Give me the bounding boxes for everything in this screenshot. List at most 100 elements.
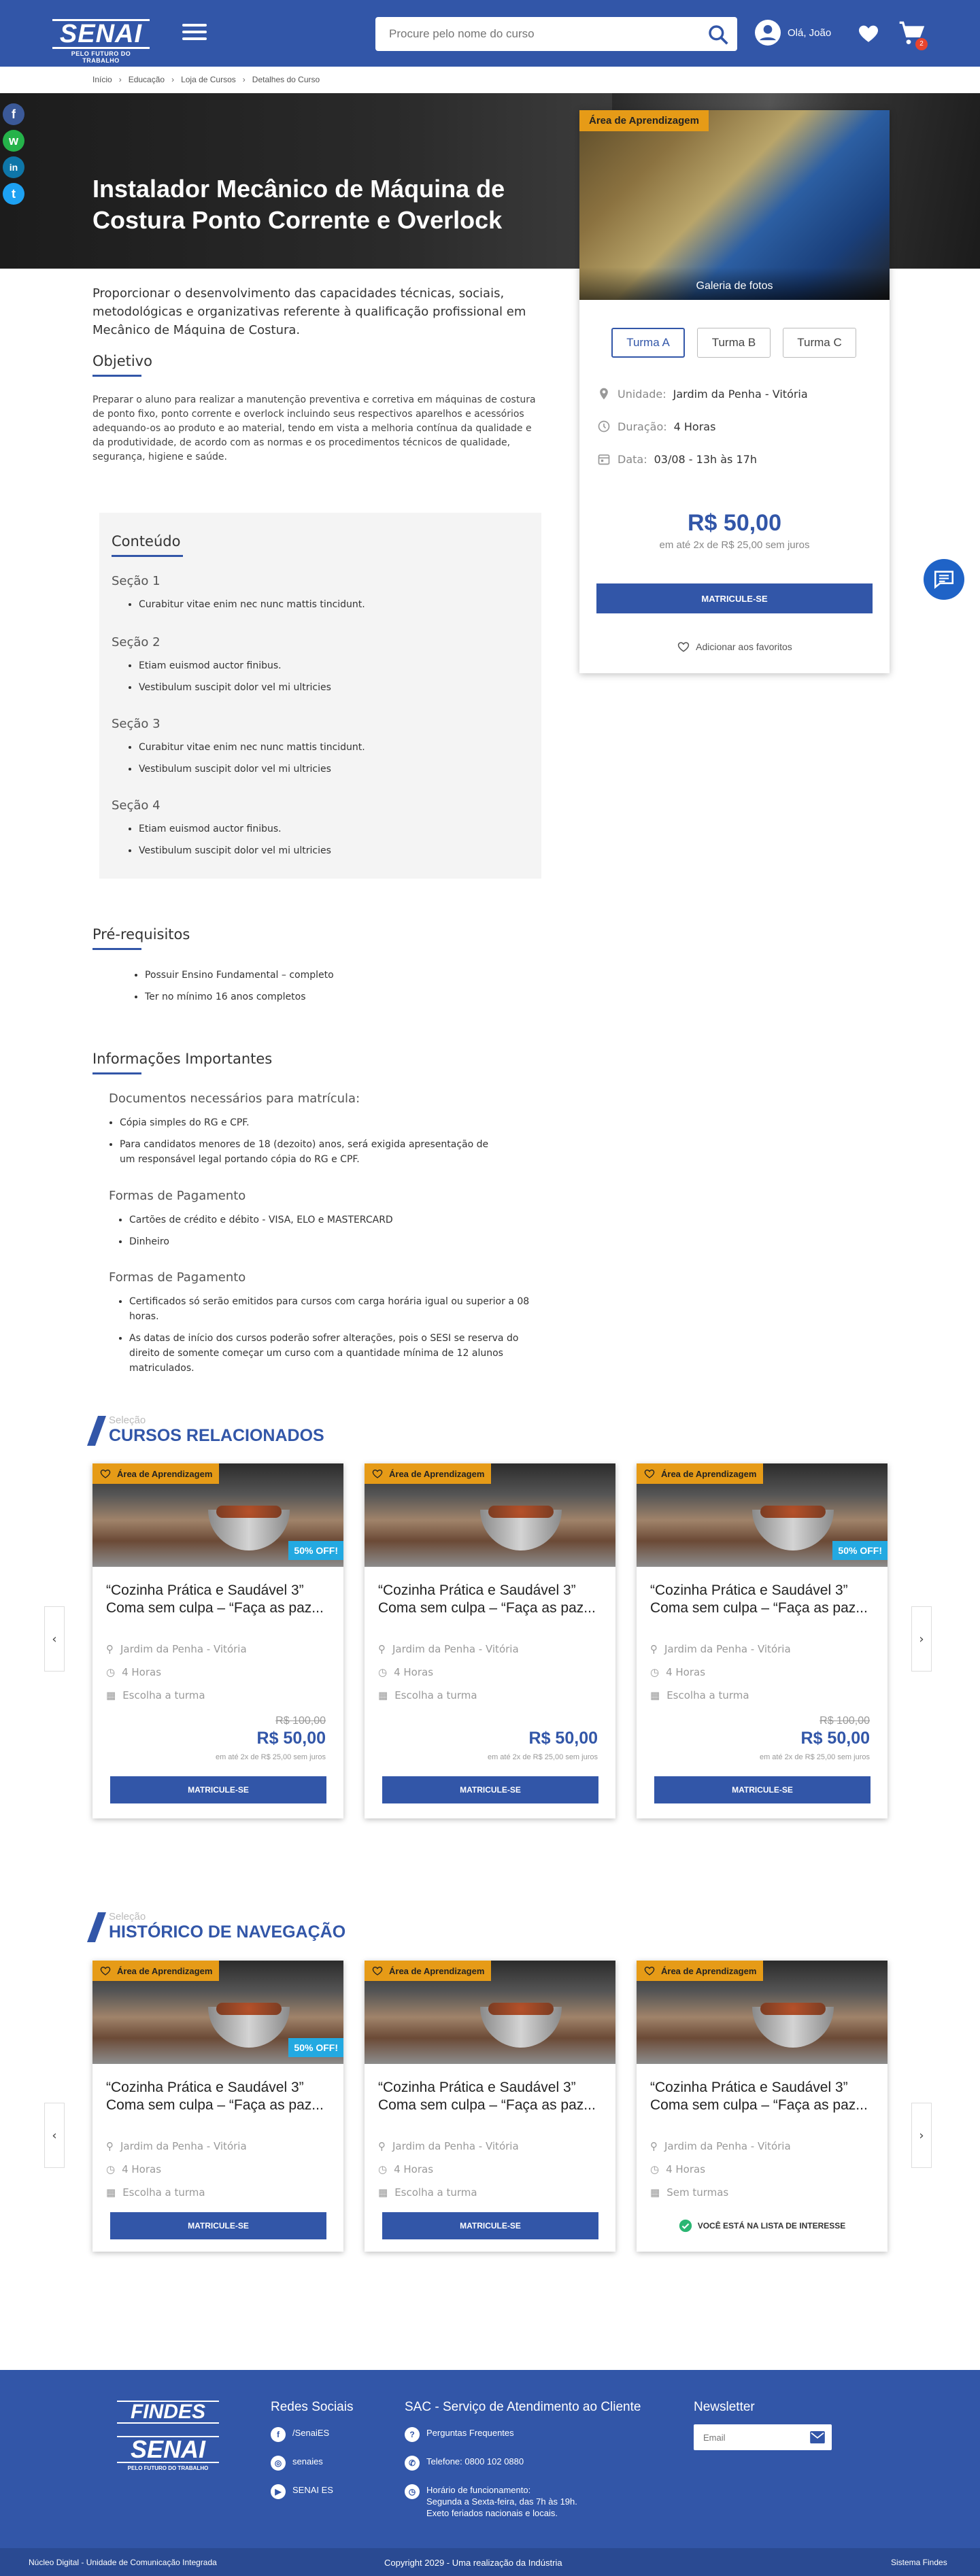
- senai-logo[interactable]: SENAI: [117, 2436, 219, 2463]
- turma-b-button[interactable]: Turma B: [697, 328, 771, 358]
- chevron-right-icon: ›: [242, 75, 246, 84]
- site-footer: FINDES SENAI PELO FUTURO DO TRABALHO Red…: [0, 2370, 980, 2576]
- course-card-title[interactable]: “Cozinha Prática e Saudável 3” Coma sem …: [378, 2079, 603, 2114]
- price-value: R$ 50,00: [688, 510, 781, 536]
- search-bar: [375, 17, 737, 51]
- course-card-title[interactable]: “Cozinha Prática e Saudável 3” Coma sem …: [650, 1582, 875, 1617]
- installments-text: em até 2x de R$ 25,00 sem juros: [487, 1753, 598, 1761]
- menu-icon[interactable]: [182, 24, 207, 43]
- calendar-icon: ▦: [650, 1689, 660, 1701]
- user-menu[interactable]: Olá, João: [755, 20, 831, 46]
- list-item: As datas de início dos cursos poderão so…: [129, 1331, 530, 1376]
- heart-outline-icon[interactable]: [371, 1965, 384, 1976]
- enroll-button[interactable]: MATRICULE-SE: [110, 1776, 326, 1803]
- conteudo-heading: Conteúdo: [112, 533, 183, 557]
- list-item: Ter no mínimo 16 anos completos: [145, 986, 334, 1008]
- footer-facebook-link[interactable]: f/SenaiES: [271, 2427, 393, 2442]
- findes-logo[interactable]: FINDES: [117, 2401, 219, 2424]
- course-card-turma[interactable]: ▦ Escolha a turma: [378, 1689, 477, 1701]
- phone-icon: ✆: [405, 2456, 420, 2471]
- heart-outline-icon[interactable]: [99, 1468, 112, 1479]
- youtube-icon: ▶: [271, 2484, 286, 2499]
- calendar-icon: ▦: [650, 2186, 660, 2199]
- breadcrumb-item[interactable]: Detalhes do Curso: [252, 75, 320, 84]
- mail-send-icon[interactable]: [810, 2431, 825, 2443]
- unidade-row: Unidade: Jardim da Penha - Vitória: [597, 387, 808, 401]
- location-pin-icon: [600, 388, 608, 400]
- heart-outline-icon[interactable]: [371, 1468, 384, 1479]
- installments-text: em até 2x de R$ 25,00 sem juros: [759, 1753, 870, 1761]
- breadcrumb-item[interactable]: Início: [92, 75, 112, 84]
- phone-link[interactable]: ✆ Telefone: 0800 102 0880: [405, 2456, 663, 2471]
- newsletter-email-input[interactable]: [694, 2424, 802, 2450]
- course-card[interactable]: Área de Aprendizagem “Cozinha Prática e …: [365, 1463, 615, 1818]
- list-item: Vestibulum suscipit dolor vel mi ultrici…: [139, 840, 331, 862]
- course-card[interactable]: Área de Aprendizagem 50% OFF! “Cozinha P…: [92, 1463, 343, 1818]
- course-card-title[interactable]: “Cozinha Prática e Saudável 3” Coma sem …: [106, 2079, 331, 2114]
- enroll-button[interactable]: MATRICULE-SE: [654, 1776, 871, 1803]
- course-title: Instalador Mecânico de Máquina de Costur…: [92, 175, 505, 234]
- enroll-button[interactable]: MATRICULE-SE: [382, 2212, 598, 2239]
- whatsapp-icon[interactable]: w: [3, 130, 24, 152]
- twitter-icon[interactable]: t: [3, 183, 24, 205]
- enroll-button[interactable]: MATRICULE-SE: [596, 583, 873, 613]
- heart-outline-icon[interactable]: [643, 1468, 656, 1479]
- heart-icon[interactable]: [856, 22, 881, 45]
- carousel-next-button[interactable]: ›: [911, 1606, 932, 1672]
- course-card-turma[interactable]: ▦ Escolha a turma: [106, 2186, 205, 2199]
- course-card-hours: ◷ 4 Horas: [378, 1666, 434, 1678]
- add-favorite-button[interactable]: Adicionar aos favoritos: [579, 641, 890, 653]
- info-group-title: Documentos necessários para matrícula:: [109, 1091, 360, 1106]
- chevron-right-icon: ›: [171, 75, 175, 84]
- course-photo[interactable]: Área de Aprendizagem Galeria de fotos: [579, 110, 890, 300]
- course-card-turma[interactable]: ▦ Escolha a turma: [650, 1689, 749, 1701]
- course-card-title[interactable]: “Cozinha Prática e Saudável 3” Coma sem …: [378, 1582, 603, 1617]
- search-input[interactable]: [375, 17, 688, 51]
- breadcrumb-item[interactable]: Educação: [129, 75, 165, 84]
- linkedin-icon[interactable]: in: [3, 156, 24, 178]
- course-card-image: Área de Aprendizagem 50% OFF!: [92, 1463, 343, 1567]
- list-item: Etiam euismod auctor finibus.: [139, 655, 331, 677]
- list-item: Curabitur vitae enim nec nunc mattis tin…: [139, 736, 365, 758]
- carousel-prev-button[interactable]: ‹: [44, 1606, 65, 1672]
- course-card-turma[interactable]: ▦ Escolha a turma: [106, 1689, 205, 1701]
- course-card[interactable]: Área de Aprendizagem “Cozinha Prática e …: [637, 1961, 888, 2252]
- calendar-icon: ▦: [106, 2186, 116, 2199]
- clock-icon: ◷: [106, 1666, 116, 1678]
- list-item: Possuir Ensino Fundamental – completo: [145, 964, 334, 986]
- carousel-next-button[interactable]: ›: [911, 2103, 932, 2168]
- chat-button[interactable]: [924, 559, 964, 600]
- info-list: Cartões de crédito e débito - VISA, ELO …: [129, 1213, 510, 1256]
- course-card-turma[interactable]: ▦ Escolha a turma: [378, 2186, 477, 2199]
- enroll-button[interactable]: MATRICULE-SE: [110, 2212, 326, 2239]
- course-card-location: ⚲ Jardim da Penha - Vitória: [378, 2140, 519, 2152]
- area-tag: Área de Aprendizagem: [92, 1961, 220, 1981]
- footer-instagram-link[interactable]: ◎ senaies: [271, 2456, 393, 2471]
- footer-system-link[interactable]: Sistema Findes: [891, 2558, 947, 2567]
- course-card[interactable]: Área de Aprendizagem “Cozinha Prática e …: [365, 1961, 615, 2252]
- course-card[interactable]: Área de Aprendizagem 50% OFF! “Cozinha P…: [637, 1463, 888, 1818]
- clock-icon: ◷: [378, 2163, 388, 2175]
- enroll-button[interactable]: MATRICULE-SE: [382, 1776, 598, 1803]
- senai-logo[interactable]: SENAI PELO FUTURO DO TRABALHO: [52, 19, 150, 64]
- calendar-icon: [598, 454, 610, 465]
- course-card-title[interactable]: “Cozinha Prática e Saudável 3” Coma sem …: [106, 1582, 331, 1617]
- course-card[interactable]: Área de Aprendizagem 50% OFF! “Cozinha P…: [92, 1961, 343, 2252]
- clock-icon: ◷: [106, 2163, 116, 2175]
- turma-a-button[interactable]: Turma A: [611, 328, 685, 358]
- course-card-image: Área de Aprendizagem 50% OFF!: [637, 1463, 888, 1567]
- area-tag: Área de Aprendizagem: [365, 1463, 492, 1484]
- breadcrumb-item[interactable]: Loja de Cursos: [181, 75, 236, 84]
- course-card-location: ⚲ Jardim da Penha - Vitória: [650, 2140, 791, 2152]
- cart-button[interactable]: 2: [898, 20, 928, 50]
- carousel-prev-button[interactable]: ‹: [44, 2103, 65, 2168]
- heart-outline-icon[interactable]: [99, 1965, 112, 1976]
- course-card-title[interactable]: “Cozinha Prática e Saudável 3” Coma sem …: [650, 2079, 875, 2114]
- heart-outline-icon[interactable]: [643, 1965, 656, 1976]
- gallery-caption[interactable]: Galeria de fotos: [579, 267, 890, 300]
- facebook-icon[interactable]: f: [3, 103, 24, 125]
- search-icon[interactable]: [707, 24, 729, 46]
- footer-youtube-link[interactable]: ▶ SENAI ES: [271, 2484, 393, 2499]
- faq-link[interactable]: ? Perguntas Frequentes: [405, 2427, 663, 2442]
- turma-c-button[interactable]: Turma C: [783, 328, 856, 358]
